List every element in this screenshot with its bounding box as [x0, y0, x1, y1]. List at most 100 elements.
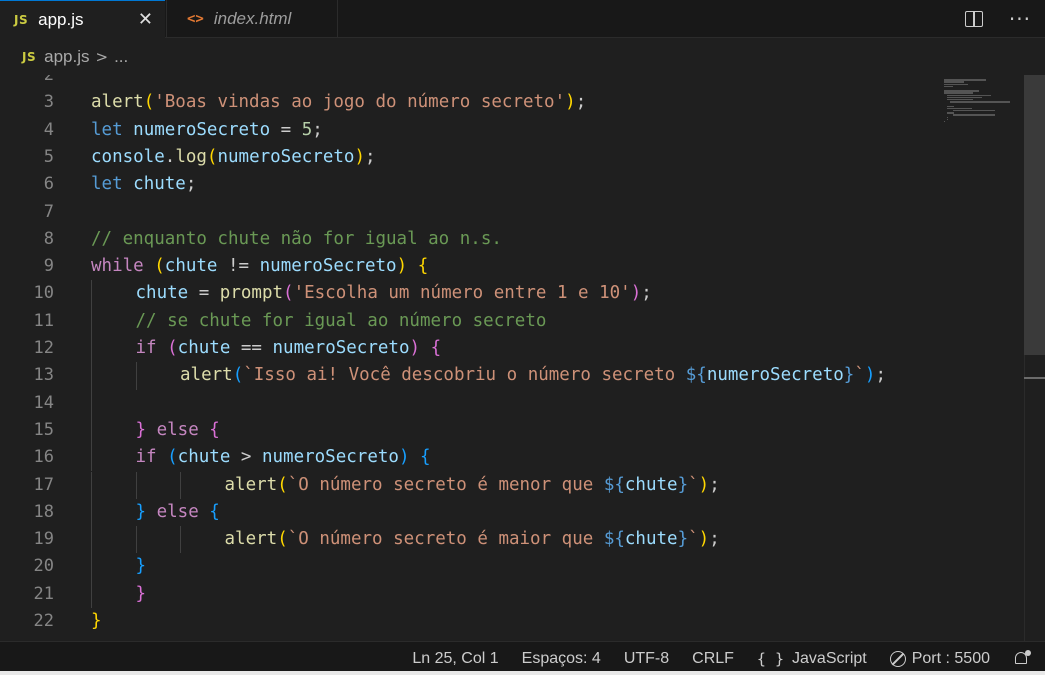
code-token: ${	[603, 529, 625, 550]
indent-guide	[91, 471, 92, 499]
line-number: 3	[43, 92, 54, 113]
code-token: }	[677, 529, 689, 550]
code-line[interactable]: 8 // enquanto chute não for igual ao n.s.	[0, 226, 1045, 253]
code-token: .	[164, 146, 176, 167]
minimap-line	[944, 85, 953, 88]
split-editor-icon[interactable]	[964, 11, 983, 27]
code-line[interactable]: 4 let numeroSecreto = 5;	[0, 117, 1045, 144]
code-token: if	[135, 338, 157, 358]
code-line[interactable]: 3 alert('Boas vindas ao jogo do número se…	[0, 89, 1045, 116]
code-token: ;	[875, 365, 886, 386]
code-line[interactable]: 19 alert(`O número secreto é maior que ${…	[0, 526, 1045, 554]
code-token: `	[688, 529, 699, 550]
indent-guide	[180, 526, 181, 554]
braces-icon: { }	[756, 649, 785, 668]
minimap-line	[947, 107, 973, 110]
code-text: // se chute for igual ao número secreto	[136, 308, 547, 335]
code-text: }	[91, 608, 102, 635]
indentation-setting[interactable]: Espaços: 4	[522, 650, 601, 668]
code-token: ;	[709, 474, 720, 495]
indent-guide	[91, 280, 92, 308]
code-token: chute	[624, 474, 678, 495]
line-number: 14	[33, 392, 54, 413]
code-line[interactable]: 21}	[0, 580, 1045, 608]
code-line[interactable]: 6 let chute;	[0, 171, 1045, 198]
code-line[interactable]: 18} else {	[0, 498, 1045, 527]
code-token: =	[188, 283, 220, 304]
code-token: `O número secreto é maior que	[287, 529, 604, 550]
indent-guide	[135, 362, 137, 390]
more-actions-icon[interactable]: ···	[1009, 7, 1031, 31]
close-icon[interactable]: ✕	[138, 9, 153, 30]
code-token: numeroSecreto	[261, 447, 399, 468]
circle-slash-icon	[889, 650, 906, 667]
port-label: Port : 5500	[911, 649, 990, 667]
indent-guide	[91, 389, 92, 417]
code-text: while (chute != numeroSecreto) {	[91, 253, 428, 280]
line-number: 12	[33, 338, 54, 358]
code-line[interactable]: 5 console.log(numeroSecreto);	[0, 144, 1045, 171]
minimap-line	[947, 112, 955, 114]
code-token: `	[688, 474, 699, 495]
code-text: if (chute == numeroSecreto) {	[136, 335, 442, 362]
code-token: prompt	[219, 283, 284, 304]
code-token: {	[209, 501, 220, 522]
code-token: chute	[624, 529, 678, 550]
code-token: chute	[133, 174, 186, 195]
code-token: )	[409, 338, 421, 358]
code-line[interactable]: 13 alert(`Isso ai! Você descobriu o númer…	[0, 362, 1045, 390]
code-token: `Isso ai! Você descobriu o número secret…	[243, 365, 686, 386]
code-line[interactable]: 10 chute = prompt('Escolha um número entr…	[0, 280, 1045, 308]
code-line[interactable]: 15} else {	[0, 416, 1045, 445]
tab-index-html[interactable]: <> index.html	[166, 0, 338, 38]
code-line[interactable]: 9 while (chute != numeroSecreto) {	[0, 253, 1045, 280]
code-text: chute = prompt('Escolha um número entre …	[136, 280, 652, 307]
code-line[interactable]: 17 alert(`O número secreto é menor que ${…	[0, 471, 1045, 499]
code-token: alert	[180, 365, 233, 386]
minimap-line	[953, 114, 996, 116]
minimap-line	[944, 90, 980, 92]
code-token: if	[135, 447, 157, 468]
language-mode[interactable]: { } JavaScript	[757, 650, 867, 668]
minimap[interactable]	[940, 75, 1020, 135]
code-text: console.log(numeroSecreto);	[91, 144, 376, 171]
line-ending[interactable]: CRLF	[692, 650, 734, 668]
breadcrumb: JS app.js > ...	[0, 39, 1045, 75]
editor-actions: ···	[964, 0, 1045, 38]
code-line[interactable]: 11 // se chute for igual ao número secret…	[0, 307, 1045, 335]
code-line[interactable]: 14	[0, 389, 1045, 417]
code-line[interactable]: 22}	[0, 608, 1045, 635]
chevron-right-icon: >	[95, 48, 109, 66]
scrollbar-thumb[interactable]	[1024, 75, 1045, 355]
live-server-port[interactable]: Port : 5500	[889, 649, 990, 668]
code-line[interactable]: 7	[0, 199, 1045, 226]
code-editor[interactable]: 22} 21} 20} 19 alert(`O número secreto é mai…	[0, 75, 1045, 641]
line-number: 10	[33, 283, 54, 304]
breadcrumb-more[interactable]: ...	[114, 47, 128, 67]
breadcrumb-file[interactable]: app.js	[44, 47, 89, 67]
code-text: alert(`Isso ai! Você descobriu o número …	[180, 362, 886, 389]
code-text: }	[136, 553, 147, 580]
code-token: numeroSecreto	[217, 146, 355, 167]
tab-app-js[interactable]: JS app.js ✕	[0, 0, 165, 38]
line-number: 17	[33, 474, 54, 495]
tab-label: index.html	[213, 9, 292, 28]
notification-bell-icon[interactable]	[1013, 649, 1031, 668]
line-number: 5	[43, 146, 54, 167]
cursor-position[interactable]: Ln 25, Col 1	[412, 650, 498, 668]
code-line[interactable]: 20}	[0, 553, 1045, 581]
code-line[interactable]: 12 if (chute == numeroSecreto) {	[0, 335, 1045, 363]
code-line[interactable]: 16 if (chute > numeroSecreto) {	[0, 444, 1045, 472]
file-encoding[interactable]: UTF-8	[624, 650, 669, 668]
code-line[interactable]: 2	[0, 75, 1045, 89]
minimap-line	[950, 101, 1011, 103]
line-number: 4	[43, 119, 54, 140]
code-token: chute	[177, 338, 231, 358]
line-number: 6	[43, 174, 54, 195]
line-number: 13	[33, 365, 54, 386]
indent-guide	[91, 526, 92, 554]
